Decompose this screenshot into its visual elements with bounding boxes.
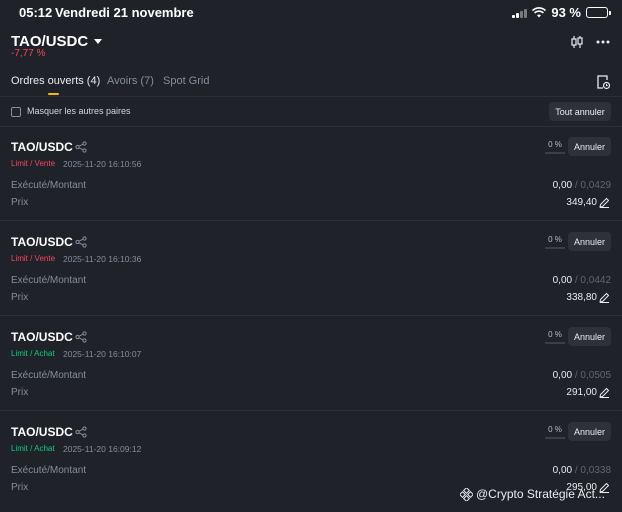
order-type: Limit / Vente <box>11 159 56 168</box>
price-value: 338,80 <box>566 292 597 303</box>
price-label: Prix <box>11 292 29 303</box>
executed-label: Exécuté/Montant <box>11 370 87 381</box>
status-time: 05:12 <box>19 5 53 20</box>
cancel-order-button[interactable]: Annuler <box>568 422 611 441</box>
order-pair: TAO/USDC <box>11 330 73 344</box>
header: TAO/USDC -7,77 % <box>0 28 622 62</box>
executed-label: Exécuté/Montant <box>11 465 87 476</box>
executed-value: 0,00 / 0,0505 <box>553 370 611 381</box>
more-options-icon[interactable] <box>594 33 612 51</box>
divider <box>0 410 622 411</box>
filter-row: Masquer les autres paires Tout annuler <box>0 100 622 124</box>
executed-value: 0,00 / 0,0338 <box>553 465 611 476</box>
battery-percent: 93 % <box>551 5 581 20</box>
battery-icon <box>586 7 611 18</box>
order-card: TAO/USDC Limit / Vente 2025-11-20 16:10:… <box>0 128 622 223</box>
fill-progress-bar <box>545 437 565 439</box>
status-date: Vendredi 21 novembre <box>55 5 194 20</box>
divider <box>0 315 622 316</box>
tab-holdings[interactable]: Avoirs (7) <box>107 75 154 87</box>
hide-other-pairs-checkbox[interactable] <box>11 107 21 117</box>
fill-progress-bar <box>545 342 565 344</box>
order-type: Limit / Achat <box>11 349 55 358</box>
caret-down-icon <box>94 39 103 44</box>
edit-price-icon[interactable] <box>599 292 610 303</box>
order-date: 2025-11-20 16:10:56 <box>63 159 142 169</box>
order-date: 2025-11-20 16:10:07 <box>63 349 142 359</box>
executed-amount: 0,00 <box>552 180 573 191</box>
wifi-icon <box>532 7 547 18</box>
order-pair: TAO/USDC <box>11 235 73 249</box>
fill-percent: 0 % <box>548 140 562 149</box>
order-pair: TAO/USDC <box>11 425 73 439</box>
fill-percent: 0 % <box>548 330 562 339</box>
watermark: @Crypto Stratégie Act... <box>460 487 605 501</box>
executed-value: 0,00 / 0,0442 <box>553 275 611 286</box>
share-icon[interactable] <box>75 331 87 343</box>
executed-value: 0,00 / 0,0429 <box>553 180 611 191</box>
share-icon[interactable] <box>75 141 87 153</box>
executed-label: Exécuté/Montant <box>11 180 87 191</box>
cellular-signal-icon <box>512 8 528 18</box>
share-icon[interactable] <box>75 426 87 438</box>
order-card: TAO/USDC Limit / Vente 2025-11-20 16:10:… <box>0 223 622 318</box>
executed-label: Exécuté/Montant <box>11 275 87 286</box>
fill-progress-bar <box>545 152 565 154</box>
fill-percent: 0 % <box>548 425 562 434</box>
share-icon[interactable] <box>75 236 87 248</box>
watermark-text: @Crypto Stratégie Act... <box>476 487 605 501</box>
order-date: 2025-11-20 16:10:36 <box>63 254 142 264</box>
cancel-order-button[interactable]: Annuler <box>568 232 611 251</box>
pair-change: -7,77 % <box>11 48 46 59</box>
price-value: 349,40 <box>566 197 597 208</box>
divider <box>0 220 622 221</box>
fill-percent: 0 % <box>548 235 562 244</box>
price-value: 291,00 <box>566 387 597 398</box>
order-type: Limit / Vente <box>11 254 56 263</box>
hide-other-pairs-label: Masquer les autres paires <box>27 106 131 116</box>
status-indicators: 93 % <box>512 5 611 20</box>
tab-open-orders[interactable]: Ordres ouverts (4) <box>11 75 100 87</box>
total-amount: / 0,0442 <box>572 275 611 286</box>
order-card: TAO/USDC Limit / Achat 2025-11-20 16:10:… <box>0 318 622 413</box>
price-label: Prix <box>11 482 29 493</box>
total-amount: / 0,0429 <box>572 180 611 191</box>
edit-price-icon[interactable] <box>599 197 610 208</box>
status-bar: 05:12 Vendredi 21 novembre 93 % <box>0 0 622 26</box>
tab-spot-grid[interactable]: Spot Grid <box>163 75 209 87</box>
executed-amount: 0,00 <box>552 275 573 286</box>
cancel-order-button[interactable]: Annuler <box>568 137 611 156</box>
total-amount: / 0,0338 <box>572 465 611 476</box>
total-amount: / 0,0505 <box>572 370 611 381</box>
order-pair: TAO/USDC <box>11 140 73 154</box>
order-date: 2025-11-20 16:09:12 <box>63 444 142 454</box>
cancel-order-button[interactable]: Annuler <box>568 327 611 346</box>
price-label: Prix <box>11 387 29 398</box>
divider <box>0 126 622 127</box>
order-tabs: Ordres ouverts (4) Avoirs (7) Spot Grid <box>0 72 622 96</box>
edit-price-icon[interactable] <box>599 387 610 398</box>
order-history-icon[interactable] <box>596 74 610 90</box>
candlestick-chart-icon[interactable] <box>568 33 586 51</box>
executed-amount: 0,00 <box>552 370 573 381</box>
divider <box>0 96 622 97</box>
cancel-all-button[interactable]: Tout annuler <box>549 102 611 121</box>
active-tab-indicator <box>48 93 59 95</box>
price-label: Prix <box>11 197 29 208</box>
fill-progress-bar <box>545 247 565 249</box>
order-type: Limit / Achat <box>11 444 55 453</box>
executed-amount: 0,00 <box>552 465 573 476</box>
binance-logo-icon <box>460 487 473 501</box>
